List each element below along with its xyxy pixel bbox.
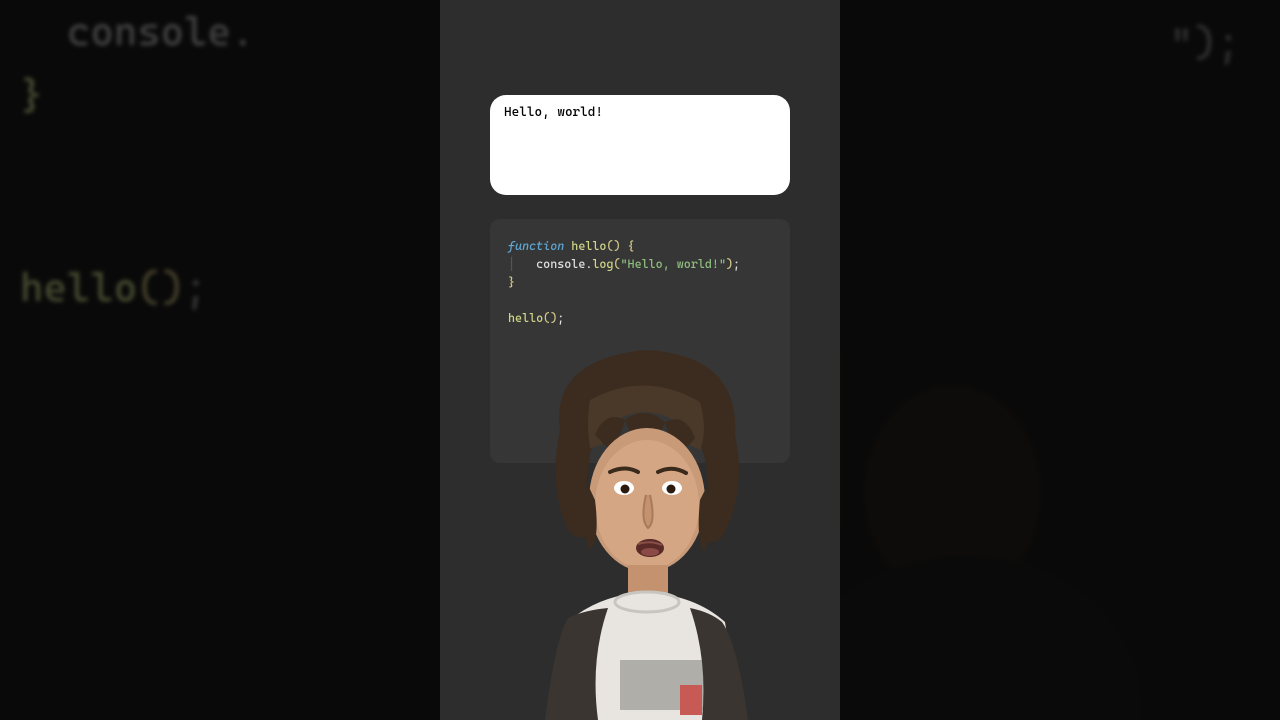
call-paren-close: ): [726, 257, 733, 271]
background-blur-left: console. } hello();: [0, 0, 440, 720]
console-output-box: Hello, world!: [490, 95, 790, 195]
bg-console-text: console.: [20, 9, 254, 55]
keyword-function: function: [508, 239, 564, 253]
call-fn-hello: hello: [508, 311, 543, 325]
bg-paren-close: ): [161, 265, 184, 311]
bg-right-fragment: ");: [1170, 20, 1240, 66]
background-code-left: console. } hello();: [0, 0, 440, 320]
bg-paren-open: (: [137, 265, 160, 311]
background-person-silhouette: [840, 280, 1240, 720]
console-output-text: Hello, world!: [504, 105, 603, 120]
bg-semicolon: ;: [184, 265, 207, 311]
paren-close: ): [613, 239, 620, 253]
stmt-semicolon: ;: [733, 257, 740, 271]
call-semicolon: ;: [557, 311, 564, 325]
string-literal: "Hello, world!": [621, 257, 726, 271]
background-blur-right: ");: [840, 0, 1280, 720]
brace-close: }: [508, 275, 515, 289]
indent-guide: │: [508, 257, 515, 271]
call-paren-open: (: [613, 257, 620, 271]
console-object: console: [536, 257, 585, 271]
bg-hello-fn: hello: [20, 265, 137, 311]
bg-close-brace: }: [20, 73, 43, 119]
fn-name-hello: hello: [571, 239, 606, 253]
log-method: log: [592, 257, 613, 271]
brace-open: {: [628, 239, 635, 253]
reaction-meme-person: [490, 340, 800, 720]
